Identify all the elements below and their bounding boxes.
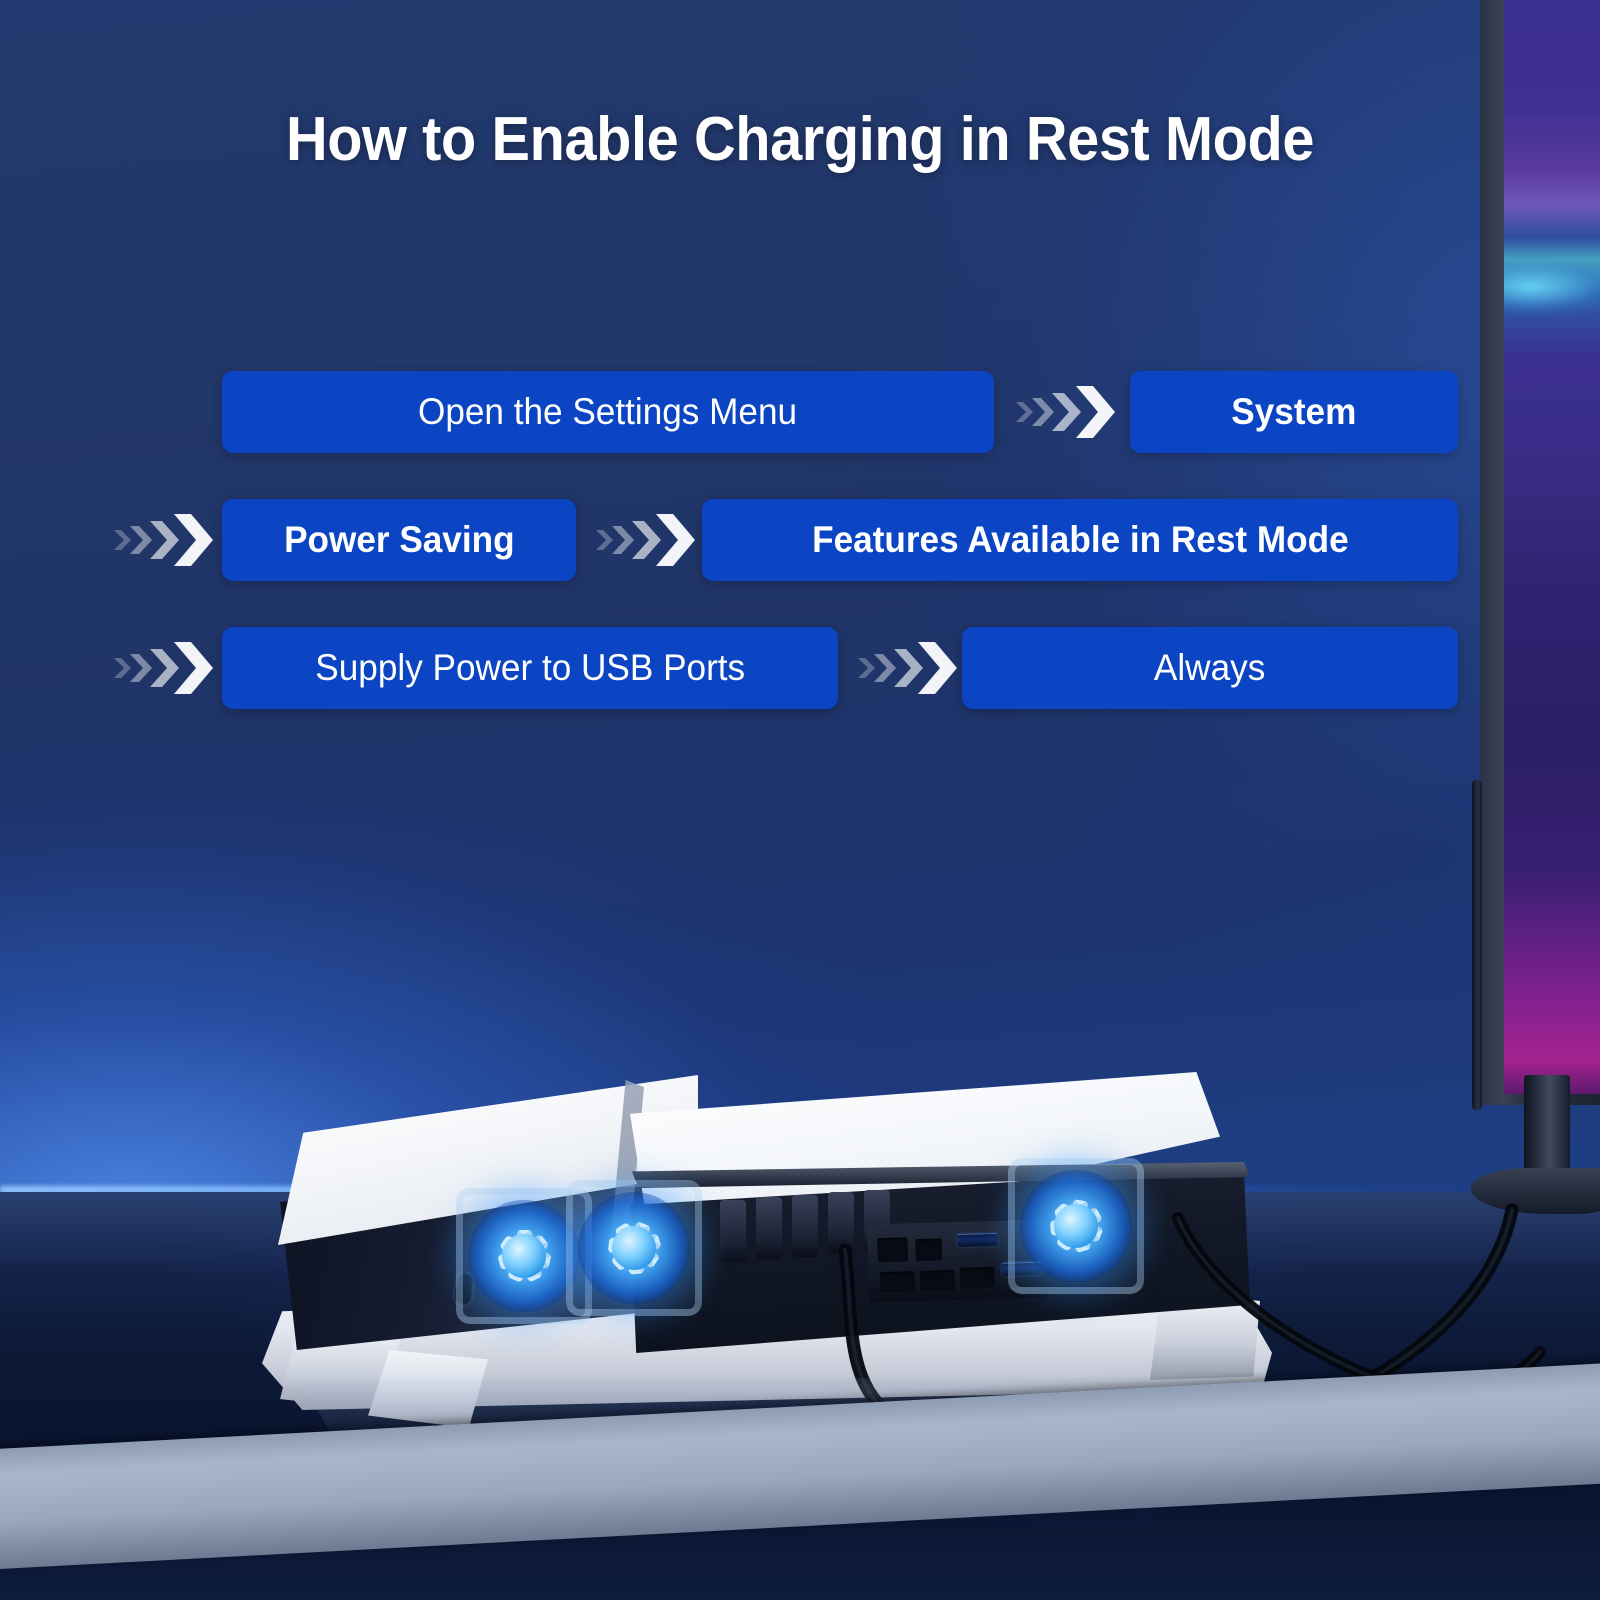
step-features-available-in-rest-mode[interactable]: Features Available in Rest Mode	[702, 499, 1458, 581]
step-label: System	[1231, 391, 1357, 432]
step-row-3: Supply Power to USB Ports Always	[0, 616, 1600, 744]
chevron-arrow-icon	[1014, 382, 1124, 442]
step-open-settings-menu[interactable]: Open the Settings Menu	[222, 371, 994, 453]
chevron-arrow-icon	[856, 638, 966, 698]
step-flow: Open the Settings Menu System Power Savi…	[0, 360, 1600, 744]
step-label: Open the Settings Menu	[418, 391, 798, 432]
step-row-1: Open the Settings Menu System	[0, 360, 1600, 488]
step-system[interactable]: System	[1130, 371, 1458, 453]
step-supply-power-to-usb-ports[interactable]: Supply Power to USB Ports	[222, 627, 838, 709]
page-title: How to Enable Charging in Rest Mode	[285, 105, 1315, 174]
step-row-2: Power Saving Features Available in Rest …	[0, 488, 1600, 616]
chevron-arrow-icon	[112, 638, 222, 698]
instruction-overlay: How to Enable Charging in Rest Mode Open…	[0, 0, 1600, 1600]
step-always[interactable]: Always	[962, 627, 1458, 709]
chevron-arrow-icon	[112, 510, 222, 570]
step-label: Power Saving	[283, 519, 515, 560]
chevron-arrow-icon	[594, 510, 704, 570]
step-power-saving[interactable]: Power Saving	[222, 499, 576, 581]
step-label: Supply Power to USB Ports	[315, 647, 745, 688]
step-label: Features Available in Rest Mode	[811, 519, 1349, 560]
step-label: Always	[1154, 647, 1266, 688]
